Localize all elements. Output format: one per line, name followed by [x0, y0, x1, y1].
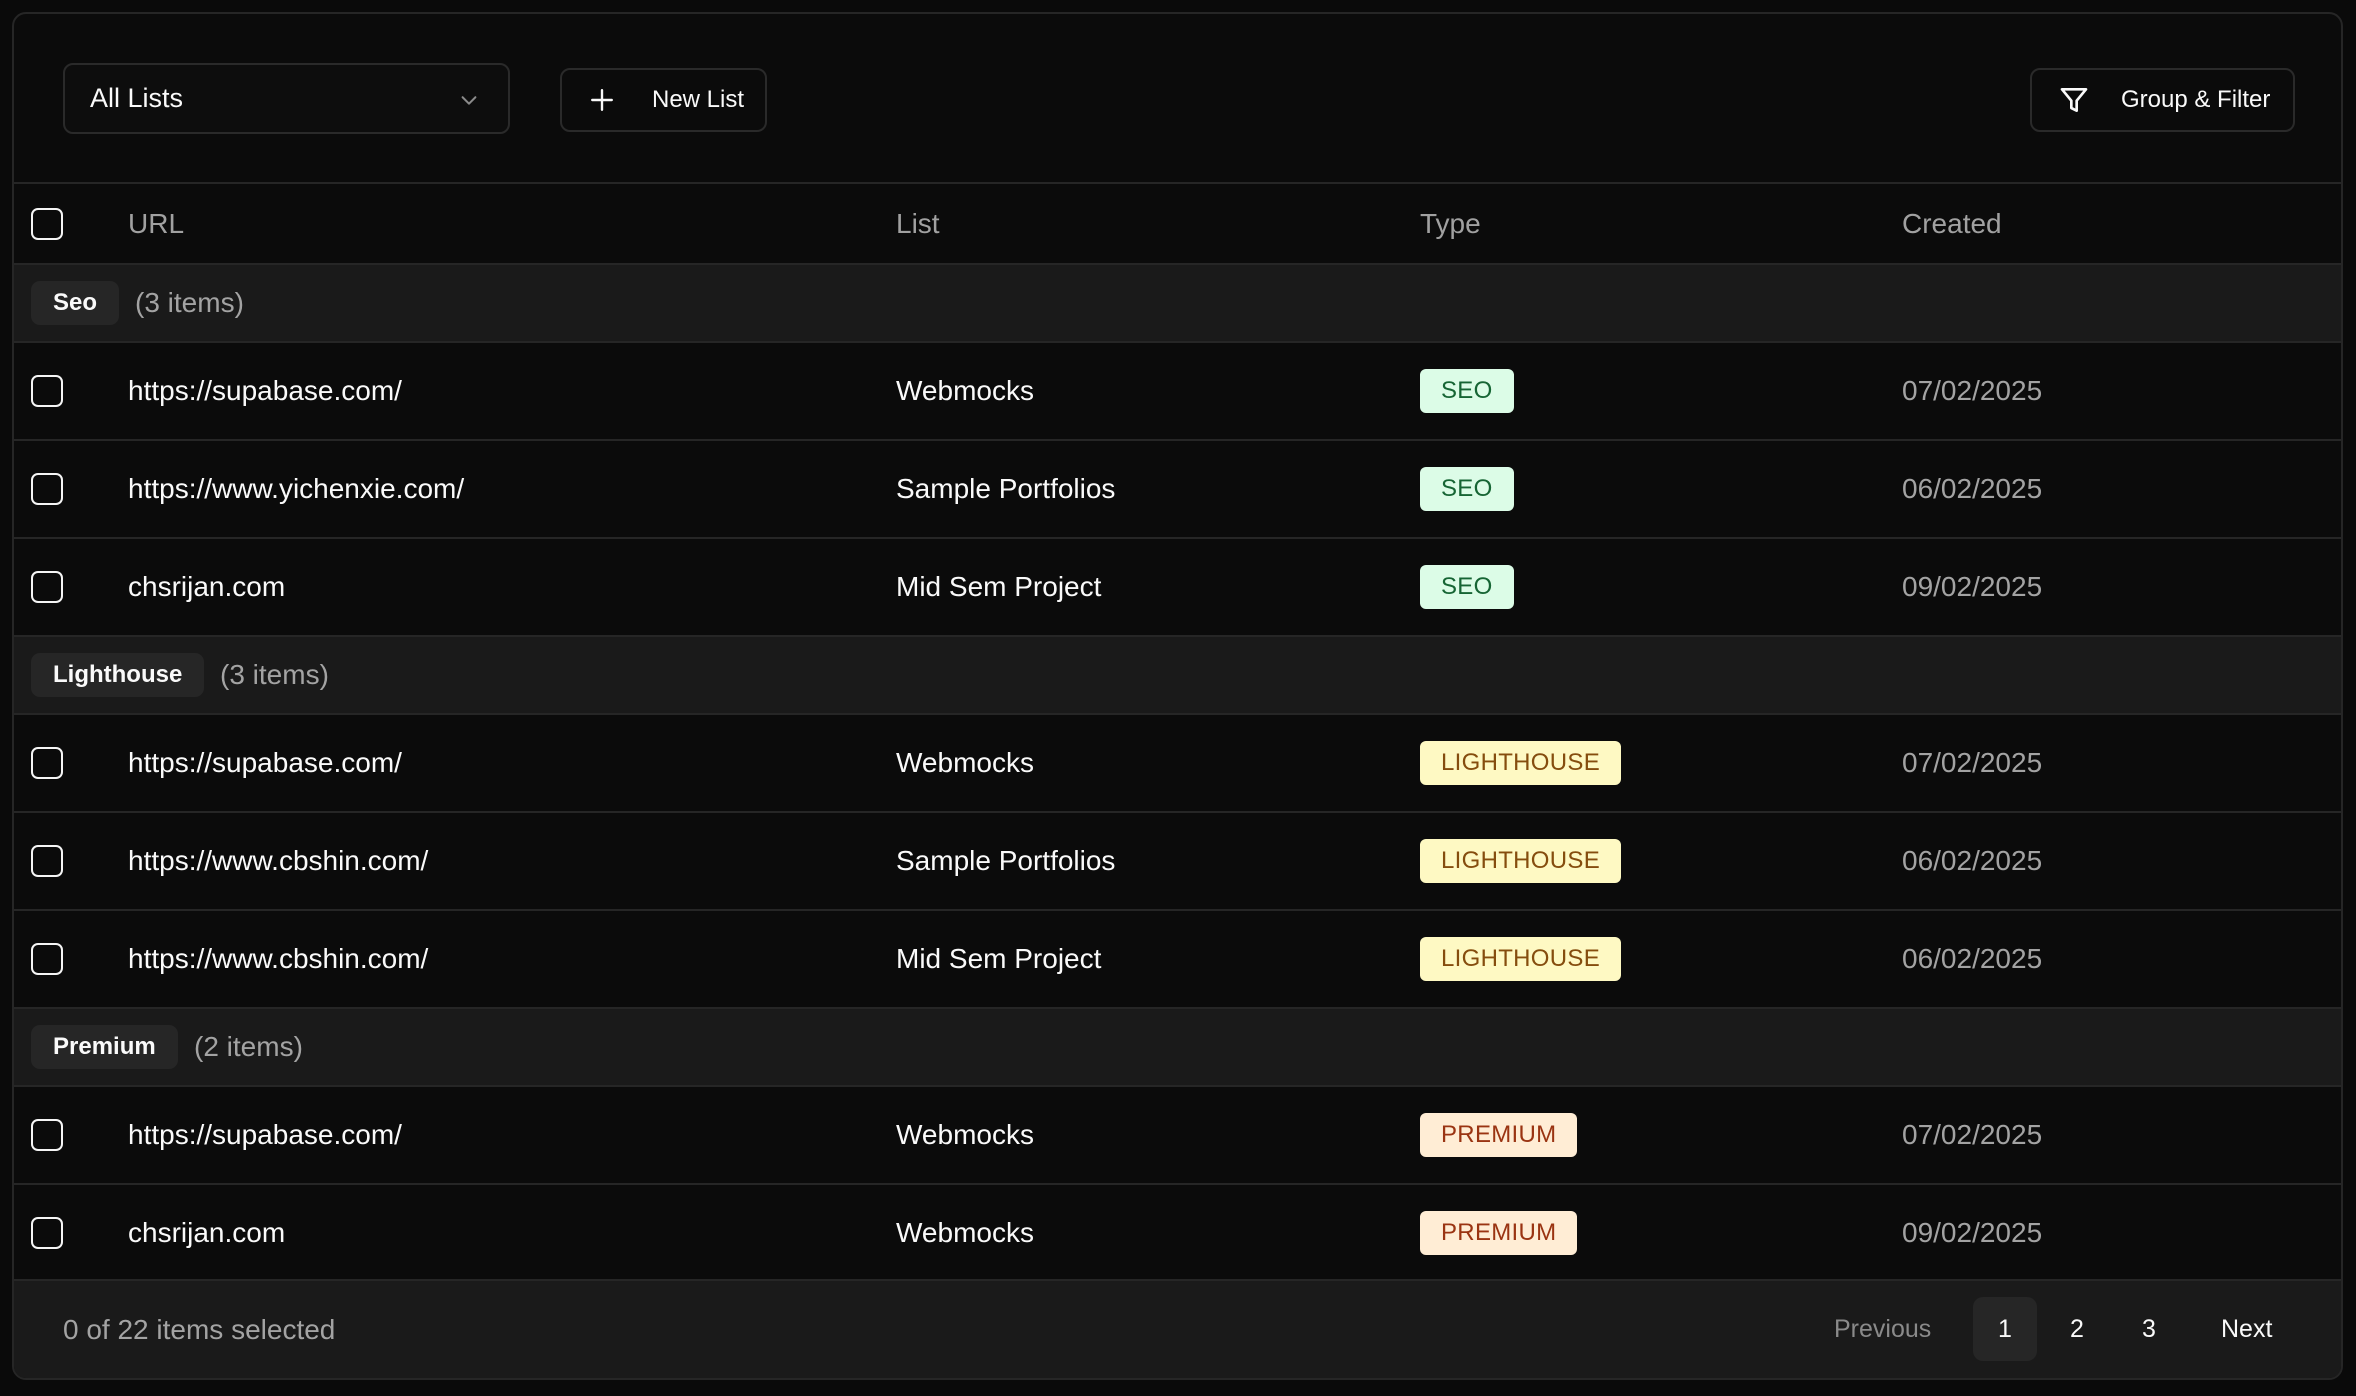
- cell-url[interactable]: https://supabase.com/: [128, 375, 402, 407]
- group-header-row: Seo (3 items): [14, 265, 2341, 343]
- type-badge: LIGHTHOUSE: [1420, 937, 1622, 981]
- selection-count: 0 of 22 items selected: [63, 1313, 336, 1345]
- row-checkbox[interactable]: [31, 375, 63, 407]
- cell-url[interactable]: https://www.yichenxie.com/: [128, 473, 464, 505]
- type-badge: LIGHTHOUSE: [1420, 839, 1622, 883]
- group-label: Lighthouse: [31, 653, 205, 697]
- cell-type: LIGHTHOUSE: [1420, 741, 1622, 785]
- list-select[interactable]: All Lists: [63, 63, 510, 134]
- cell-created: 07/02/2025: [1902, 747, 2043, 778]
- group-item-count: (3 items): [220, 659, 329, 690]
- cell-type: SEO: [1420, 369, 1514, 413]
- cell-url[interactable]: chsrijan.com: [128, 571, 285, 603]
- pagination-page-3[interactable]: 3: [2117, 1297, 2181, 1361]
- row-checkbox[interactable]: [31, 943, 63, 975]
- row-checkbox[interactable]: [31, 571, 63, 603]
- type-badge: PREMIUM: [1420, 1211, 1578, 1255]
- cell-type: SEO: [1420, 467, 1514, 511]
- cell-created: 07/02/2025: [1902, 1119, 2043, 1150]
- row-checkbox[interactable]: [31, 473, 63, 505]
- row-checkbox[interactable]: [31, 747, 63, 779]
- group-item-count: (3 items): [135, 287, 244, 318]
- list-select-value: All Lists: [90, 83, 184, 113]
- row-checkbox[interactable]: [31, 845, 63, 877]
- cell-type: PREMIUM: [1420, 1113, 1578, 1157]
- table-row: https://supabase.com/Webmocks PREMIUM 07/0…: [14, 1087, 2341, 1185]
- pagination-next[interactable]: Next: [2221, 1315, 2272, 1344]
- table-row: chsrijan.com Webmocks PREMIUM 09/02/2025: [14, 1185, 2341, 1283]
- row-checkbox[interactable]: [31, 1119, 63, 1151]
- group-label: Seo: [31, 281, 120, 325]
- table-header-row: URL List Type Created: [14, 184, 2341, 265]
- column-header-list[interactable]: List: [896, 208, 940, 240]
- table-body: Seo (3 items) https://supabase.com/Webmock…: [14, 265, 2341, 1283]
- cell-type: LIGHTHOUSE: [1420, 937, 1622, 981]
- type-badge: SEO: [1420, 467, 1514, 511]
- table-row: chsrijan.com Mid Sem Project SEO 09/02/2025: [14, 539, 2341, 637]
- cell-url[interactable]: https://supabase.com/: [128, 747, 402, 779]
- table-footer: 0 of 22 items selected Previous 1 2 3 Ne…: [14, 1279, 2341, 1378]
- cell-url[interactable]: https://www.cbshin.com/: [128, 943, 428, 975]
- type-badge: PREMIUM: [1420, 1113, 1578, 1157]
- pagination-page-1[interactable]: 1: [1973, 1297, 2037, 1361]
- select-all-checkbox[interactable]: [31, 207, 63, 240]
- pagination-page-2[interactable]: 2: [2045, 1297, 2109, 1361]
- pagination-previous[interactable]: Previous: [1834, 1315, 1931, 1344]
- group-header-row: Premium (2 items): [14, 1009, 2341, 1087]
- column-header-url[interactable]: URL: [128, 208, 184, 240]
- cell-list: Webmocks: [896, 1217, 1034, 1248]
- cell-created: 09/02/2025: [1902, 571, 2043, 602]
- table-row: https://www.cbshin.com/Mid Sem Project LI…: [14, 911, 2341, 1009]
- new-list-button[interactable]: New List: [560, 68, 767, 132]
- cell-url[interactable]: https://supabase.com/: [128, 1119, 402, 1151]
- group-filter-label: Group & Filter: [2121, 86, 2271, 113]
- type-badge: SEO: [1420, 565, 1514, 609]
- cell-list: Mid Sem Project: [896, 571, 1102, 602]
- toolbar: All Lists New List Group & Filter: [14, 14, 2341, 184]
- type-badge: SEO: [1420, 369, 1514, 413]
- table-row: https://supabase.com/Webmocks SEO 07/02/20…: [14, 343, 2341, 441]
- cell-created: 09/02/2025: [1902, 1217, 2043, 1248]
- row-checkbox[interactable]: [31, 1217, 63, 1249]
- column-header-created[interactable]: Created: [1902, 208, 2002, 240]
- cell-type: PREMIUM: [1420, 1211, 1578, 1255]
- cell-created: 06/02/2025: [1902, 845, 2043, 876]
- lists-table-card: All Lists New List Group & Filter URL Li…: [12, 12, 2343, 1380]
- cell-list: Sample Portfolios: [896, 473, 1116, 504]
- cell-url[interactable]: chsrijan.com: [128, 1217, 285, 1249]
- cell-list: Webmocks: [896, 375, 1034, 406]
- cell-created: 06/02/2025: [1902, 943, 2043, 974]
- plus-icon: [591, 89, 613, 111]
- group-label: Premium: [31, 1025, 178, 1069]
- table-row: https://www.yichenxie.com/Sample Portfol…: [14, 441, 2341, 539]
- cell-list: Webmocks: [896, 747, 1034, 778]
- cell-list: Webmocks: [896, 1119, 1034, 1150]
- cell-url[interactable]: https://www.cbshin.com/: [128, 845, 428, 877]
- filter-icon: [2060, 88, 2088, 112]
- cell-list: Mid Sem Project: [896, 943, 1102, 974]
- cell-created: 07/02/2025: [1902, 375, 2043, 406]
- cell-type: LIGHTHOUSE: [1420, 839, 1622, 883]
- cell-created: 06/02/2025: [1902, 473, 2043, 504]
- cell-list: Sample Portfolios: [896, 845, 1116, 876]
- group-item-count: (2 items): [194, 1031, 303, 1062]
- table-row: https://supabase.com/Webmocks LIGHTHOUSE 0…: [14, 715, 2341, 813]
- type-badge: LIGHTHOUSE: [1420, 741, 1622, 785]
- column-header-type[interactable]: Type: [1420, 208, 1481, 240]
- group-header-row: Lighthouse (3 items): [14, 637, 2341, 715]
- new-list-label: New List: [652, 86, 745, 113]
- chevron-down-icon: [461, 96, 477, 105]
- cell-type: SEO: [1420, 565, 1514, 609]
- table-row: https://www.cbshin.com/Sample Portfolios…: [14, 813, 2341, 911]
- group-filter-button[interactable]: Group & Filter: [2030, 68, 2295, 132]
